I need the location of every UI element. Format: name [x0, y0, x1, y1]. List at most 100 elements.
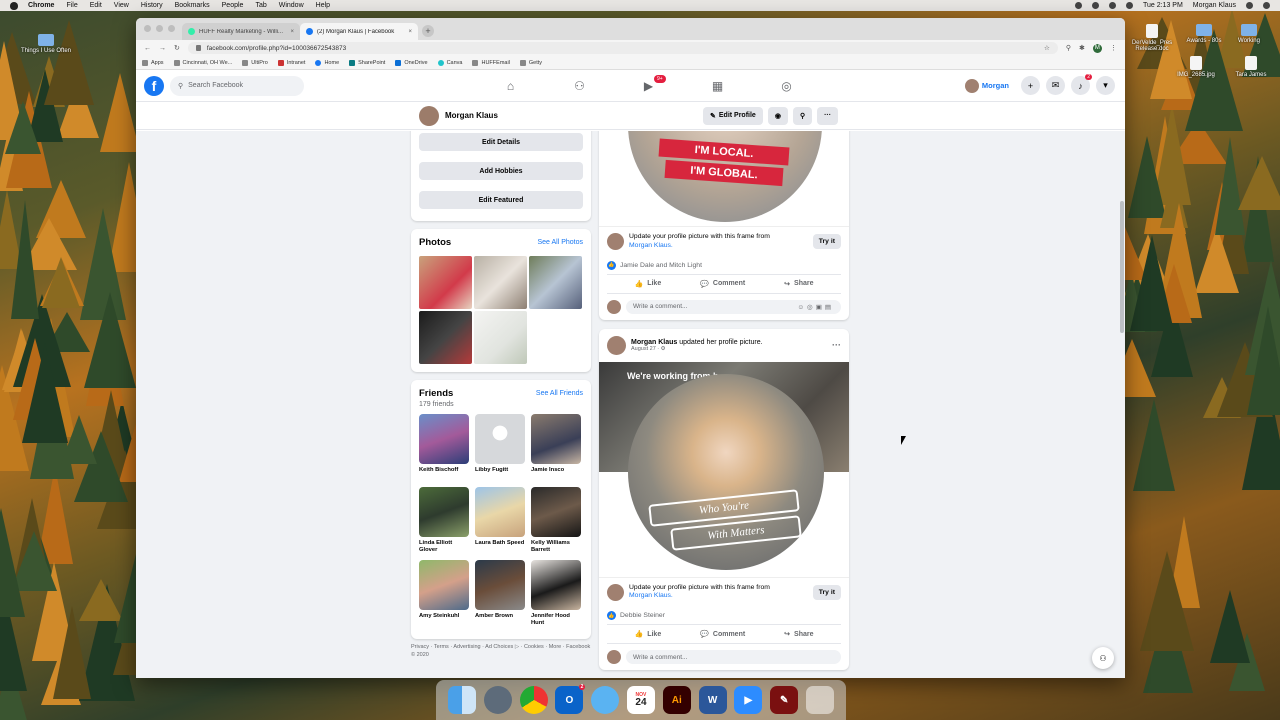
menu-bookmarks[interactable]: Bookmarks — [175, 2, 210, 9]
comment-tools-icons[interactable]: ☺◎▣▤ — [797, 303, 834, 311]
friend-tile[interactable]: Libby Fugitt — [475, 414, 525, 483]
bookmark-item[interactable]: OneDrive — [395, 59, 428, 66]
bookmark-item[interactable]: UltiPro — [242, 59, 268, 66]
tab-huff[interactable]: HUFF Realty Marketing - Willi... × — [182, 23, 300, 40]
desktop-file[interactable]: DerVelde_Pres Release.doc — [1122, 24, 1182, 52]
comment-input[interactable]: Write a comment... ☺◎▣▤ — [626, 299, 841, 314]
like-button[interactable]: 👍 Like — [634, 630, 661, 639]
menu-tab[interactable]: Tab — [255, 2, 266, 9]
friend-tile[interactable]: Jennifer Hood Hunt — [531, 560, 581, 629]
battery-icon[interactable] — [1125, 2, 1133, 9]
photo-thumbnail[interactable] — [474, 311, 527, 364]
try-it-button[interactable]: Try it — [812, 584, 841, 600]
avatar[interactable] — [607, 335, 626, 355]
desktop-file[interactable]: IMG_2685.jpg — [1166, 56, 1226, 78]
bookmark-item[interactable]: SharePoint — [349, 59, 385, 66]
acrobat-icon[interactable]: ✎ — [770, 686, 799, 714]
reload-icon[interactable]: ↻ — [174, 44, 180, 52]
desktop-file[interactable]: Tara James — [1221, 56, 1280, 78]
illustrator-icon[interactable]: Ai — [662, 686, 691, 714]
bookmark-item[interactable]: Cincinnati, OH We... — [173, 59, 232, 66]
privacy-icon[interactable]: ⚙ — [661, 346, 666, 352]
control-center-icon[interactable] — [1263, 2, 1270, 9]
menu-app[interactable]: Chrome — [28, 2, 54, 9]
menu-edit[interactable]: Edit — [90, 2, 102, 9]
friends-nav-icon[interactable]: ⚇ — [545, 70, 614, 102]
post-date[interactable]: August 27 · — [631, 346, 661, 352]
menu-view[interactable]: View — [114, 2, 129, 9]
close-tab-icon[interactable]: × — [408, 29, 412, 35]
profile-shortcut[interactable]: Morgan — [963, 77, 1015, 95]
bookmark-item[interactable]: Home — [315, 59, 339, 66]
profile-frame-image[interactable]: I'M LOCAL. I'M GLOBAL. — [599, 131, 849, 226]
forward-icon[interactable]: → — [159, 45, 166, 52]
comment-input[interactable]: Write a comment... — [626, 650, 841, 665]
create-button[interactable]: + — [1021, 76, 1040, 95]
bookmark-item[interactable]: HUFFEmail — [472, 59, 510, 66]
watch-nav-icon[interactable]: ▶ 9+ — [614, 70, 683, 102]
status-icon[interactable] — [1091, 2, 1099, 9]
share-button[interactable]: ↪ Share — [784, 630, 813, 639]
photo-thumbnail[interactable] — [474, 256, 527, 309]
outlook-icon[interactable]: O2 — [555, 684, 586, 714]
chrome-menu-icon[interactable]: ⋮ — [1110, 44, 1117, 52]
page-scrollbar[interactable] — [1119, 131, 1125, 678]
profile-identity[interactable]: Morgan Klaus — [419, 105, 498, 126]
share-button[interactable]: ↪ Share — [784, 280, 813, 288]
try-it-button[interactable]: Try it — [812, 234, 841, 250]
back-icon[interactable]: ← — [144, 45, 151, 52]
finder-icon[interactable] — [447, 686, 476, 714]
menu-window[interactable]: Window — [279, 2, 304, 9]
extension-icon[interactable]: ⚲ — [1066, 44, 1071, 52]
apple-icon[interactable] — [10, 1, 18, 10]
see-all-photos-link[interactable]: See All Photos — [537, 239, 583, 246]
chrome-profile-avatar[interactable]: M — [1092, 43, 1102, 53]
friend-tile[interactable]: Amber Brown — [475, 560, 525, 629]
comment-button[interactable]: 💬 Comment — [700, 280, 745, 288]
bookmark-item[interactable]: Intranet — [277, 59, 305, 66]
groups-nav-icon[interactable]: ◎ — [752, 70, 821, 102]
search-profile-button[interactable]: ⚲ — [792, 106, 813, 125]
edit-profile-button[interactable]: ✎ Edit Profile — [703, 106, 763, 125]
home-nav-icon[interactable]: ⌂ — [476, 70, 545, 102]
new-tab-button[interactable]: + — [422, 25, 434, 37]
friend-tile[interactable]: Laura Bath Speed — [475, 487, 525, 556]
marketplace-nav-icon[interactable]: ▦ — [683, 70, 752, 102]
friend-tile[interactable]: Linda Elliott Glover — [419, 487, 469, 556]
friend-tile[interactable]: Kelly Williams Barrett — [531, 487, 581, 556]
notifications-icon[interactable]: ♪ 2 — [1071, 74, 1092, 95]
facebook-logo-icon[interactable]: f — [144, 75, 164, 96]
messenger-icon[interactable]: ✉ — [1046, 76, 1065, 95]
like-button[interactable]: 👍 Like — [634, 280, 661, 288]
bookmark-item[interactable]: Canva — [437, 59, 462, 66]
comment-button[interactable]: 💬 Comment — [700, 630, 745, 639]
post-author[interactable]: Morgan Klaus — [631, 339, 677, 346]
friend-tile[interactable]: Keith Bischoff — [419, 414, 469, 483]
menubar-user[interactable]: Morgan Klaus — [1193, 2, 1236, 9]
menu-history[interactable]: History — [141, 2, 163, 9]
friend-tile[interactable]: Jamie Insco — [531, 414, 581, 483]
tab-facebook[interactable]: (2) Morgan Klaus | Facebook × — [300, 23, 418, 40]
launchpad-icon[interactable] — [483, 686, 512, 714]
see-all-friends-link[interactable]: See All Friends — [536, 390, 583, 397]
reactions-row[interactable]: 👍 Debbie Steiner — [607, 607, 841, 626]
more-options-button[interactable]: ··· — [817, 106, 839, 125]
chrome-icon[interactable] — [519, 686, 548, 714]
scrollbar-thumb[interactable] — [1120, 201, 1124, 333]
desktop-folder[interactable]: Things I Use Often — [16, 34, 76, 54]
add-hobbies-button[interactable]: Add Hobbies — [419, 162, 583, 180]
account-menu-icon[interactable]: ▾ — [1096, 76, 1115, 95]
trash-icon[interactable] — [806, 686, 835, 714]
menu-help[interactable]: Help — [316, 2, 330, 9]
calendar-icon[interactable]: NOV 24 — [626, 686, 655, 714]
word-icon[interactable]: W — [698, 686, 727, 714]
new-message-button[interactable]: ⚇ — [1092, 647, 1114, 669]
edit-details-button[interactable]: Edit Details — [419, 133, 583, 151]
menu-people[interactable]: People — [222, 2, 244, 9]
close-tab-icon[interactable]: × — [290, 29, 294, 35]
desktop-folder[interactable]: Working — [1219, 24, 1279, 44]
profile-frame-image[interactable]: We're working from h Who You're With Mat… — [599, 361, 849, 577]
bookmark-item[interactable]: Getty — [519, 59, 542, 66]
menu-file[interactable]: File — [66, 2, 77, 9]
friend-tile[interactable]: Amy Steinkuhl — [419, 560, 469, 629]
